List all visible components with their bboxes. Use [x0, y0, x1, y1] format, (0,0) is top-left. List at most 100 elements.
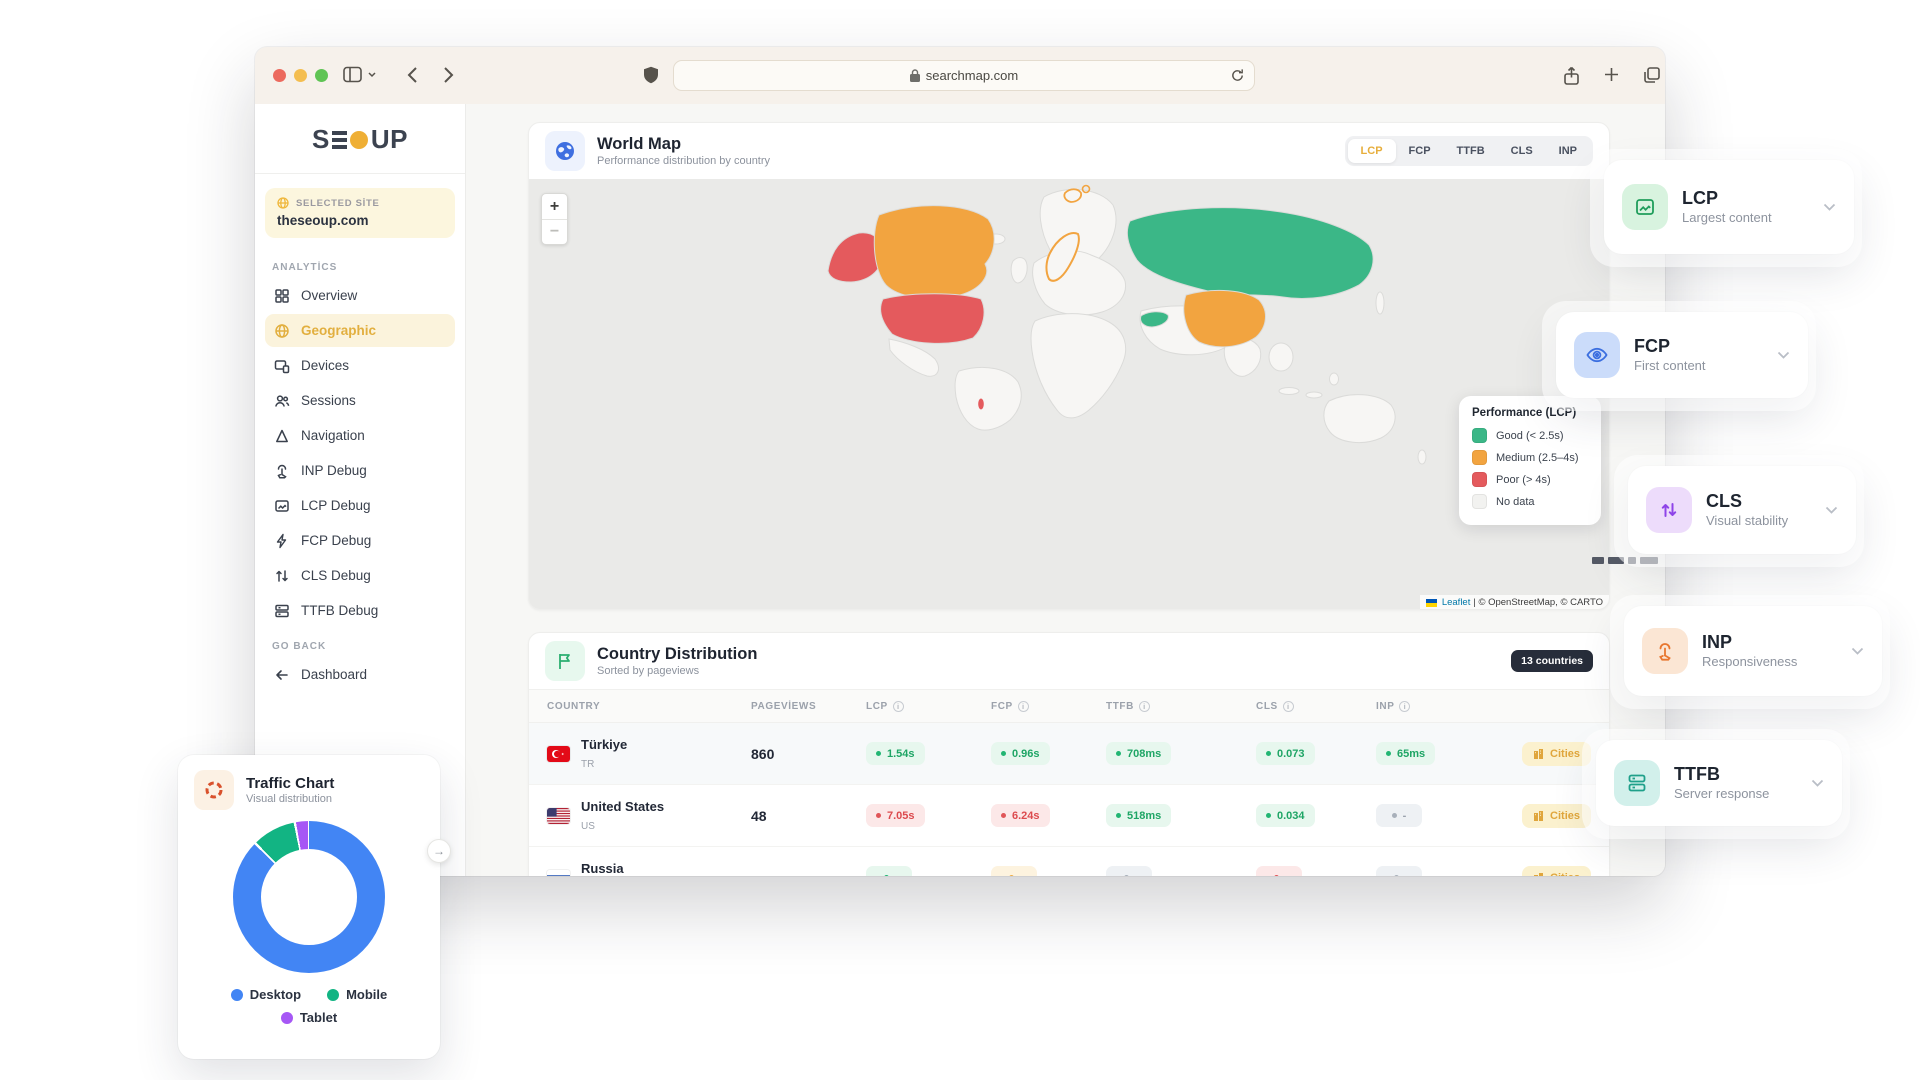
info-icon[interactable]: i	[1283, 701, 1294, 712]
cities-button[interactable]: Cities	[1522, 866, 1591, 877]
chevron-down-icon[interactable]	[1811, 774, 1824, 792]
zoom-out-button[interactable]: −	[542, 219, 567, 244]
browser-window: searchmap.com SUP SELECTED SİTE	[255, 47, 1665, 876]
fcp-card-icon-tile	[1574, 332, 1620, 378]
server-icon	[1626, 772, 1648, 794]
back-button[interactable]	[407, 66, 418, 84]
metric-label: First content	[1634, 358, 1706, 373]
info-icon[interactable]: i	[1139, 701, 1150, 712]
metric-label: Visual stability	[1706, 513, 1788, 528]
drag-handle[interactable]: →	[427, 839, 451, 863]
selected-site-label: SELECTED SİTE	[296, 198, 380, 209]
sidebar-item-cls-debug[interactable]: CLS Debug	[265, 559, 455, 592]
nodata-swatch	[1472, 494, 1487, 509]
chevron-down-icon[interactable]	[1851, 642, 1864, 660]
russia-flag-icon	[547, 870, 570, 877]
country-argentina-marker[interactable]	[978, 399, 984, 410]
zoom-window-button[interactable]	[315, 69, 328, 82]
country-name: Türkiye	[581, 737, 627, 752]
selected-site-domain: theseoup.com	[277, 213, 443, 228]
fcp-badge: 6.24s	[991, 804, 1050, 827]
table-row[interactable]: RussiaRU Cities	[529, 847, 1609, 876]
tab-fcp[interactable]: FCP	[1396, 139, 1444, 163]
ukraine-flag-icon	[1426, 599, 1437, 607]
sidebar-item-geographic[interactable]: Geographic	[265, 314, 455, 347]
sidebar-item-ttfb-debug[interactable]: TTFB Debug	[265, 594, 455, 627]
address-bar[interactable]: searchmap.com	[673, 60, 1255, 91]
divider	[255, 173, 465, 174]
country-name: Russia	[581, 861, 624, 876]
earth-icon	[554, 140, 576, 162]
logo-text-s: S	[312, 124, 330, 155]
sidebar-item-sessions[interactable]: Sessions	[265, 384, 455, 417]
image-icon	[1634, 196, 1656, 218]
new-tab-icon[interactable]	[1603, 66, 1620, 83]
selected-site-card[interactable]: SELECTED SİTE theseoup.com	[265, 188, 455, 238]
triangle-icon	[274, 428, 290, 444]
country-code: TR	[581, 759, 594, 770]
info-icon[interactable]: i	[1018, 701, 1029, 712]
tab-ttfb[interactable]: TTFB	[1444, 139, 1498, 163]
minimize-window-button[interactable]	[294, 69, 307, 82]
column-pageviews: PAGEVİEWS	[751, 701, 866, 712]
country-canada[interactable]	[874, 206, 994, 299]
close-window-button[interactable]	[273, 69, 286, 82]
tab-cls[interactable]: CLS	[1498, 139, 1546, 163]
sidebar-item-lcp-debug[interactable]: LCP Debug	[265, 489, 455, 522]
good-swatch	[1472, 428, 1487, 443]
table-row[interactable]: United StatesUS 48 7.05s 6.24s 518ms 0.0…	[529, 785, 1609, 847]
inp-metric-card[interactable]: INP Responsiveness	[1624, 606, 1882, 696]
legend-item-medium: Medium (2.5–4s)	[1472, 450, 1588, 465]
sidebar-item-overview[interactable]: Overview	[265, 279, 455, 312]
world-map-svg	[529, 179, 1610, 610]
tab-inp[interactable]: INP	[1546, 139, 1590, 163]
fcp-metric-card[interactable]: FCP First content	[1556, 312, 1808, 398]
region-indonesia	[1279, 388, 1299, 395]
forward-button[interactable]	[443, 66, 454, 84]
chevron-down-icon[interactable]	[1823, 198, 1836, 216]
info-icon[interactable]: i	[893, 701, 904, 712]
country-united-states[interactable]	[881, 294, 984, 344]
cities-button[interactable]: Cities	[1522, 804, 1591, 828]
info-icon[interactable]: i	[1399, 701, 1410, 712]
url-text: searchmap.com	[926, 68, 1018, 83]
chevron-down-icon[interactable]	[1777, 346, 1790, 364]
arrows-vertical-icon	[274, 568, 290, 584]
share-icon[interactable]	[1563, 66, 1580, 86]
buildings-icon	[1533, 872, 1544, 876]
legend-item-tablet: Tablet	[281, 1010, 337, 1025]
privacy-shield-icon[interactable]	[643, 66, 659, 85]
sidebar-item-fcp-debug[interactable]: FCP Debug	[265, 524, 455, 557]
table-header-row: COUNTRY PAGEVİEWS LCPi FCPi TTFBi CLSi I…	[529, 689, 1609, 723]
ttfb-badge: 708ms	[1106, 742, 1171, 765]
sidebar-item-inp-debug[interactable]: INP Debug	[265, 454, 455, 487]
zoom-in-button[interactable]: +	[542, 194, 567, 219]
grid-icon	[274, 288, 290, 304]
leaflet-map[interactable]: + − Performance (LCP) Good (< 2.5s) Medi…	[529, 179, 1609, 610]
table-row[interactable]: TürkiyeTR 860 1.54s 0.96s 708ms 0.073 65…	[529, 723, 1609, 785]
ttfb-badge	[1106, 866, 1152, 876]
country-china[interactable]	[1184, 290, 1266, 346]
chevron-down-icon[interactable]	[368, 72, 376, 78]
cls-metric-card[interactable]: CLS Visual stability	[1628, 466, 1856, 554]
metric-abbr: TTFB	[1674, 765, 1769, 785]
sidebar-toggle-icon[interactable]	[343, 66, 362, 83]
window-controls	[273, 69, 328, 82]
ttfb-metric-card[interactable]: TTFB Server response	[1596, 740, 1842, 826]
lcp-metric-card[interactable]: LCP Largest content	[1604, 160, 1854, 254]
donut-loader-icon	[204, 780, 224, 800]
tab-lcp[interactable]: LCP	[1348, 139, 1396, 163]
reload-icon[interactable]	[1230, 67, 1245, 87]
legend-item-poor: Poor (> 4s)	[1472, 472, 1588, 487]
pageviews-value: 48	[751, 808, 866, 824]
leaflet-link[interactable]: Leaflet	[1442, 597, 1471, 608]
sidebar-item-dashboard[interactable]: Dashboard	[265, 658, 455, 691]
cities-button[interactable]: Cities	[1522, 742, 1591, 766]
tab-overview-icon[interactable]	[1643, 66, 1661, 84]
inp-badge: -	[1376, 804, 1422, 827]
sidebar-item-devices[interactable]: Devices	[265, 349, 455, 382]
sidebar-item-navigation[interactable]: Navigation	[265, 419, 455, 452]
column-inp: INPi	[1376, 701, 1504, 712]
chevron-down-icon[interactable]	[1825, 501, 1838, 519]
globe-icon	[277, 197, 289, 209]
